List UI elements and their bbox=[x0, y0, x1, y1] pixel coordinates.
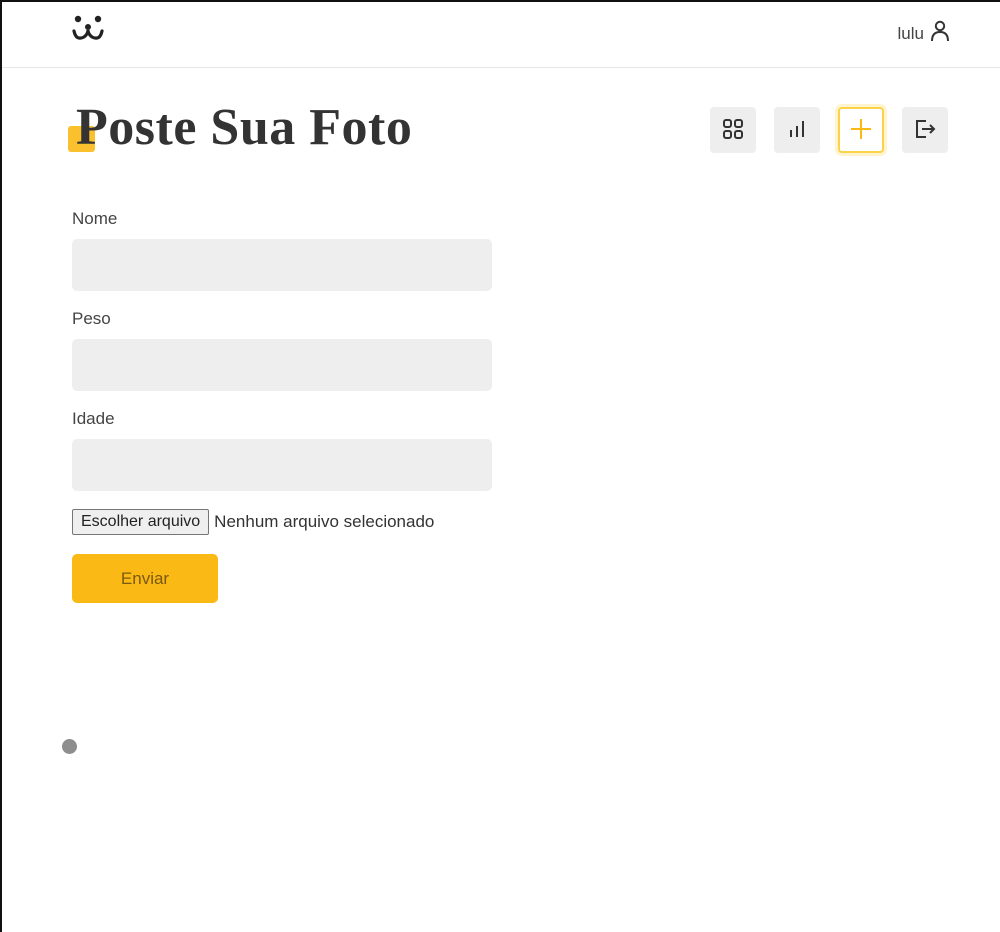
statistics-button[interactable] bbox=[774, 107, 820, 153]
floating-dot-indicator bbox=[62, 739, 77, 754]
submit-button[interactable]: Enviar bbox=[72, 554, 218, 603]
grid-icon bbox=[721, 117, 745, 144]
feed-grid-button[interactable] bbox=[710, 107, 756, 153]
bar-chart-icon bbox=[785, 117, 809, 144]
post-photo-button[interactable] bbox=[838, 107, 884, 153]
age-field[interactable] bbox=[72, 439, 492, 491]
username-label: lulu bbox=[897, 23, 924, 43]
user-account-link[interactable]: lulu bbox=[898, 20, 950, 47]
file-upload-row: Escolher arquivo Nenhum arquivo selecion… bbox=[72, 509, 492, 535]
name-label: Nome bbox=[72, 209, 118, 228]
weight-field[interactable] bbox=[72, 339, 492, 391]
post-photo-form: Nome Peso Idade Escolher arquivo Nenhum … bbox=[72, 209, 492, 603]
logout-button[interactable] bbox=[902, 107, 948, 153]
choose-file-button[interactable]: Escolher arquivo bbox=[72, 509, 210, 535]
file-status-text: Nenhum arquivo selecionado bbox=[214, 512, 435, 531]
logout-icon bbox=[913, 117, 937, 144]
name-field[interactable] bbox=[72, 239, 492, 291]
age-label: Idade bbox=[72, 409, 115, 428]
weight-label: Peso bbox=[72, 309, 111, 328]
user-nav bbox=[710, 107, 948, 153]
page-title-block: Poste Sua Foto bbox=[68, 98, 412, 157]
plus-icon bbox=[849, 117, 873, 144]
user-icon bbox=[930, 20, 950, 47]
page-title: Poste Sua Foto bbox=[76, 99, 413, 156]
top-header: lulu bbox=[2, 2, 1000, 68]
dog-face-logo-icon[interactable] bbox=[70, 13, 106, 45]
